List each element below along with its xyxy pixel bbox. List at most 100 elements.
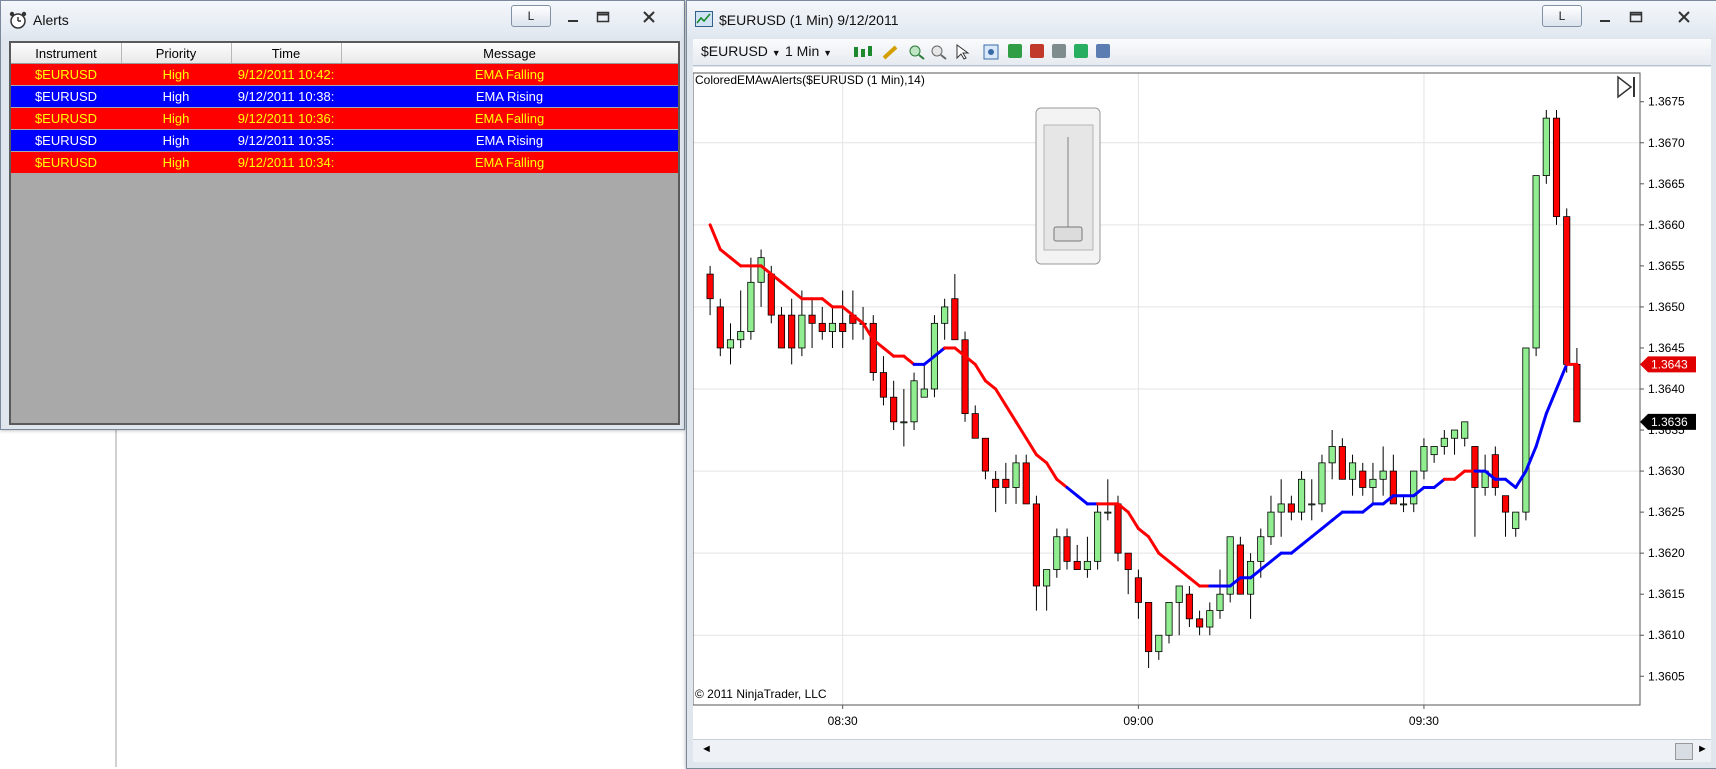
alert-instrument: $EURUSD bbox=[34, 89, 98, 104]
alert-row[interactable]: $EURUSD High 9/12/2011 10:38: EMA Rising bbox=[11, 86, 678, 107]
column-header-instrument[interactable]: Instrument bbox=[11, 46, 121, 61]
up-candle bbox=[1420, 446, 1428, 472]
alert-row[interactable]: $EURUSD High 9/12/2011 10:34: EMA Fallin… bbox=[11, 152, 678, 173]
y-tick-label: 1.3670 bbox=[1648, 136, 1685, 150]
minimize-icon bbox=[568, 20, 578, 22]
ema-segment bbox=[728, 256, 743, 268]
up-candle bbox=[1012, 462, 1020, 488]
zoom-out-icon[interactable] bbox=[930, 44, 948, 60]
alert-row[interactable]: $EURUSD High 9/12/2011 10:35: EMA Rising bbox=[11, 130, 678, 151]
candlestick-chart[interactable]: 1.3675 1.3670 1.3665 1.3660 1.3655 1.3650 1.36… bbox=[692, 67, 1711, 739]
indicators-icon[interactable] bbox=[1008, 44, 1022, 58]
up-candle bbox=[1206, 610, 1214, 628]
y-tick-label: 1.3615 bbox=[1648, 587, 1685, 601]
layout-icon[interactable] bbox=[1096, 44, 1110, 58]
indicator-label: ColoredEMAwAlerts($EURUSD (1 Min),14) bbox=[695, 73, 925, 87]
ema-segment bbox=[1300, 535, 1314, 547]
ema-segment bbox=[902, 354, 916, 366]
up-candle bbox=[1257, 536, 1265, 562]
ema-segment bbox=[1177, 568, 1191, 580]
y-axis: 1.3675 1.3670 1.3665 1.3660 1.3655 1.3650 1.36… bbox=[1640, 95, 1685, 683]
chart-title: $EURUSD (1 Min) 9/12/2011 bbox=[719, 12, 899, 28]
go-to-end-icon[interactable] bbox=[1617, 75, 1635, 99]
zoom-slider[interactable] bbox=[1035, 107, 1101, 265]
strategies-icon[interactable] bbox=[1030, 44, 1044, 58]
y-tick-label: 1.3620 bbox=[1648, 546, 1685, 560]
dollar-icon[interactable] bbox=[1074, 44, 1088, 58]
column-header-time[interactable]: Time bbox=[231, 46, 341, 61]
ema-segment bbox=[1544, 387, 1559, 416]
instrument-label: $EURUSD bbox=[701, 43, 768, 59]
horizontal-scrollbar[interactable]: ◄ ► bbox=[693, 739, 1711, 762]
ema-segment bbox=[1555, 362, 1569, 391]
up-candle bbox=[1083, 560, 1091, 570]
scroll-thumb[interactable] bbox=[1675, 743, 1693, 760]
column-header-message[interactable]: Message bbox=[341, 46, 678, 61]
zoom-in-icon[interactable] bbox=[908, 44, 926, 60]
down-candle bbox=[808, 314, 816, 324]
chart-style-icon[interactable] bbox=[853, 44, 875, 60]
properties-icon[interactable] bbox=[1052, 44, 1066, 58]
alerts-titlebar[interactable]: Alerts L bbox=[1, 1, 684, 37]
alert-row[interactable]: $EURUSD High 9/12/2011 10:42: EMA Fallin… bbox=[11, 64, 678, 85]
slider-thumb[interactable] bbox=[1053, 226, 1083, 242]
instrument-selector[interactable]: $EURUSD ▼ bbox=[701, 43, 781, 59]
ema-segment bbox=[1167, 559, 1181, 572]
down-candle bbox=[1501, 495, 1510, 513]
ema-segment bbox=[1187, 576, 1202, 588]
close-button[interactable] bbox=[629, 5, 669, 27]
up-candle bbox=[1450, 429, 1459, 439]
chevron-down-icon: ▼ bbox=[771, 48, 781, 58]
down-candle bbox=[1022, 462, 1030, 505]
ema-segment bbox=[1075, 494, 1089, 506]
ema-segment bbox=[1147, 535, 1161, 555]
alerts-grid[interactable]: Instrument Priority Time Message $EURUSD… bbox=[9, 41, 680, 425]
y-tick-label: 1.3625 bbox=[1648, 505, 1685, 519]
ema-segment bbox=[1004, 403, 1018, 424]
alert-priority: High bbox=[162, 155, 190, 170]
up-candle bbox=[747, 281, 755, 332]
ema-segment bbox=[1259, 559, 1273, 572]
x-tick-label: 09:00 bbox=[1123, 714, 1153, 728]
pencil-icon[interactable] bbox=[881, 44, 901, 60]
alert-message: EMA Rising bbox=[475, 89, 544, 104]
link-button[interactable]: L bbox=[511, 5, 551, 27]
cursor-icon[interactable] bbox=[955, 44, 977, 60]
down-candle bbox=[1145, 602, 1153, 653]
panel-splitter[interactable] bbox=[115, 430, 117, 767]
ema-segment bbox=[973, 362, 987, 383]
up-candle bbox=[1440, 437, 1448, 447]
chart-area[interactable]: 1.3675 1.3670 1.3665 1.3660 1.3655 1.3650 1.36… bbox=[692, 67, 1711, 739]
chart-titlebar[interactable]: $EURUSD (1 Min) 9/12/2011 L bbox=[687, 1, 1716, 37]
ema-segment bbox=[1136, 527, 1151, 539]
up-candle bbox=[1155, 634, 1163, 653]
copyright-text: © 2011 NinjaTrader, LLC bbox=[695, 687, 827, 701]
down-candle bbox=[706, 273, 714, 300]
up-candle bbox=[1399, 503, 1408, 506]
y-tick-label: 1.3610 bbox=[1648, 628, 1685, 642]
down-candle bbox=[1196, 618, 1204, 628]
x-tick-label: 08:30 bbox=[828, 714, 858, 728]
data-box-icon[interactable] bbox=[983, 44, 999, 60]
close-button[interactable] bbox=[1664, 5, 1704, 27]
x-tick-label: 09:30 bbox=[1409, 714, 1439, 728]
down-candle bbox=[1124, 552, 1132, 570]
down-candle bbox=[788, 314, 796, 349]
maximize-button[interactable] bbox=[583, 5, 623, 27]
maximize-button[interactable] bbox=[1616, 5, 1656, 27]
down-candle bbox=[1185, 593, 1193, 620]
alert-row[interactable]: $EURUSD High 9/12/2011 10:36: EMA Fallin… bbox=[11, 108, 678, 129]
up-candle bbox=[737, 331, 745, 341]
scroll-left-icon[interactable]: ◄ bbox=[701, 743, 712, 755]
column-header-priority[interactable]: Priority bbox=[121, 46, 231, 61]
interval-selector[interactable]: 1 Min ▼ bbox=[785, 43, 832, 59]
price-marker-label: 1.3643 bbox=[1651, 357, 1688, 371]
down-candle bbox=[777, 314, 786, 349]
link-button[interactable]: L bbox=[1542, 5, 1582, 27]
minimize-icon bbox=[1600, 20, 1610, 22]
down-candle bbox=[818, 322, 826, 332]
down-candle bbox=[1338, 446, 1346, 480]
ema-segment bbox=[820, 297, 834, 309]
alerts-grid-header: Instrument Priority Time Message bbox=[11, 43, 678, 64]
scroll-right-icon[interactable]: ► bbox=[1697, 743, 1708, 755]
